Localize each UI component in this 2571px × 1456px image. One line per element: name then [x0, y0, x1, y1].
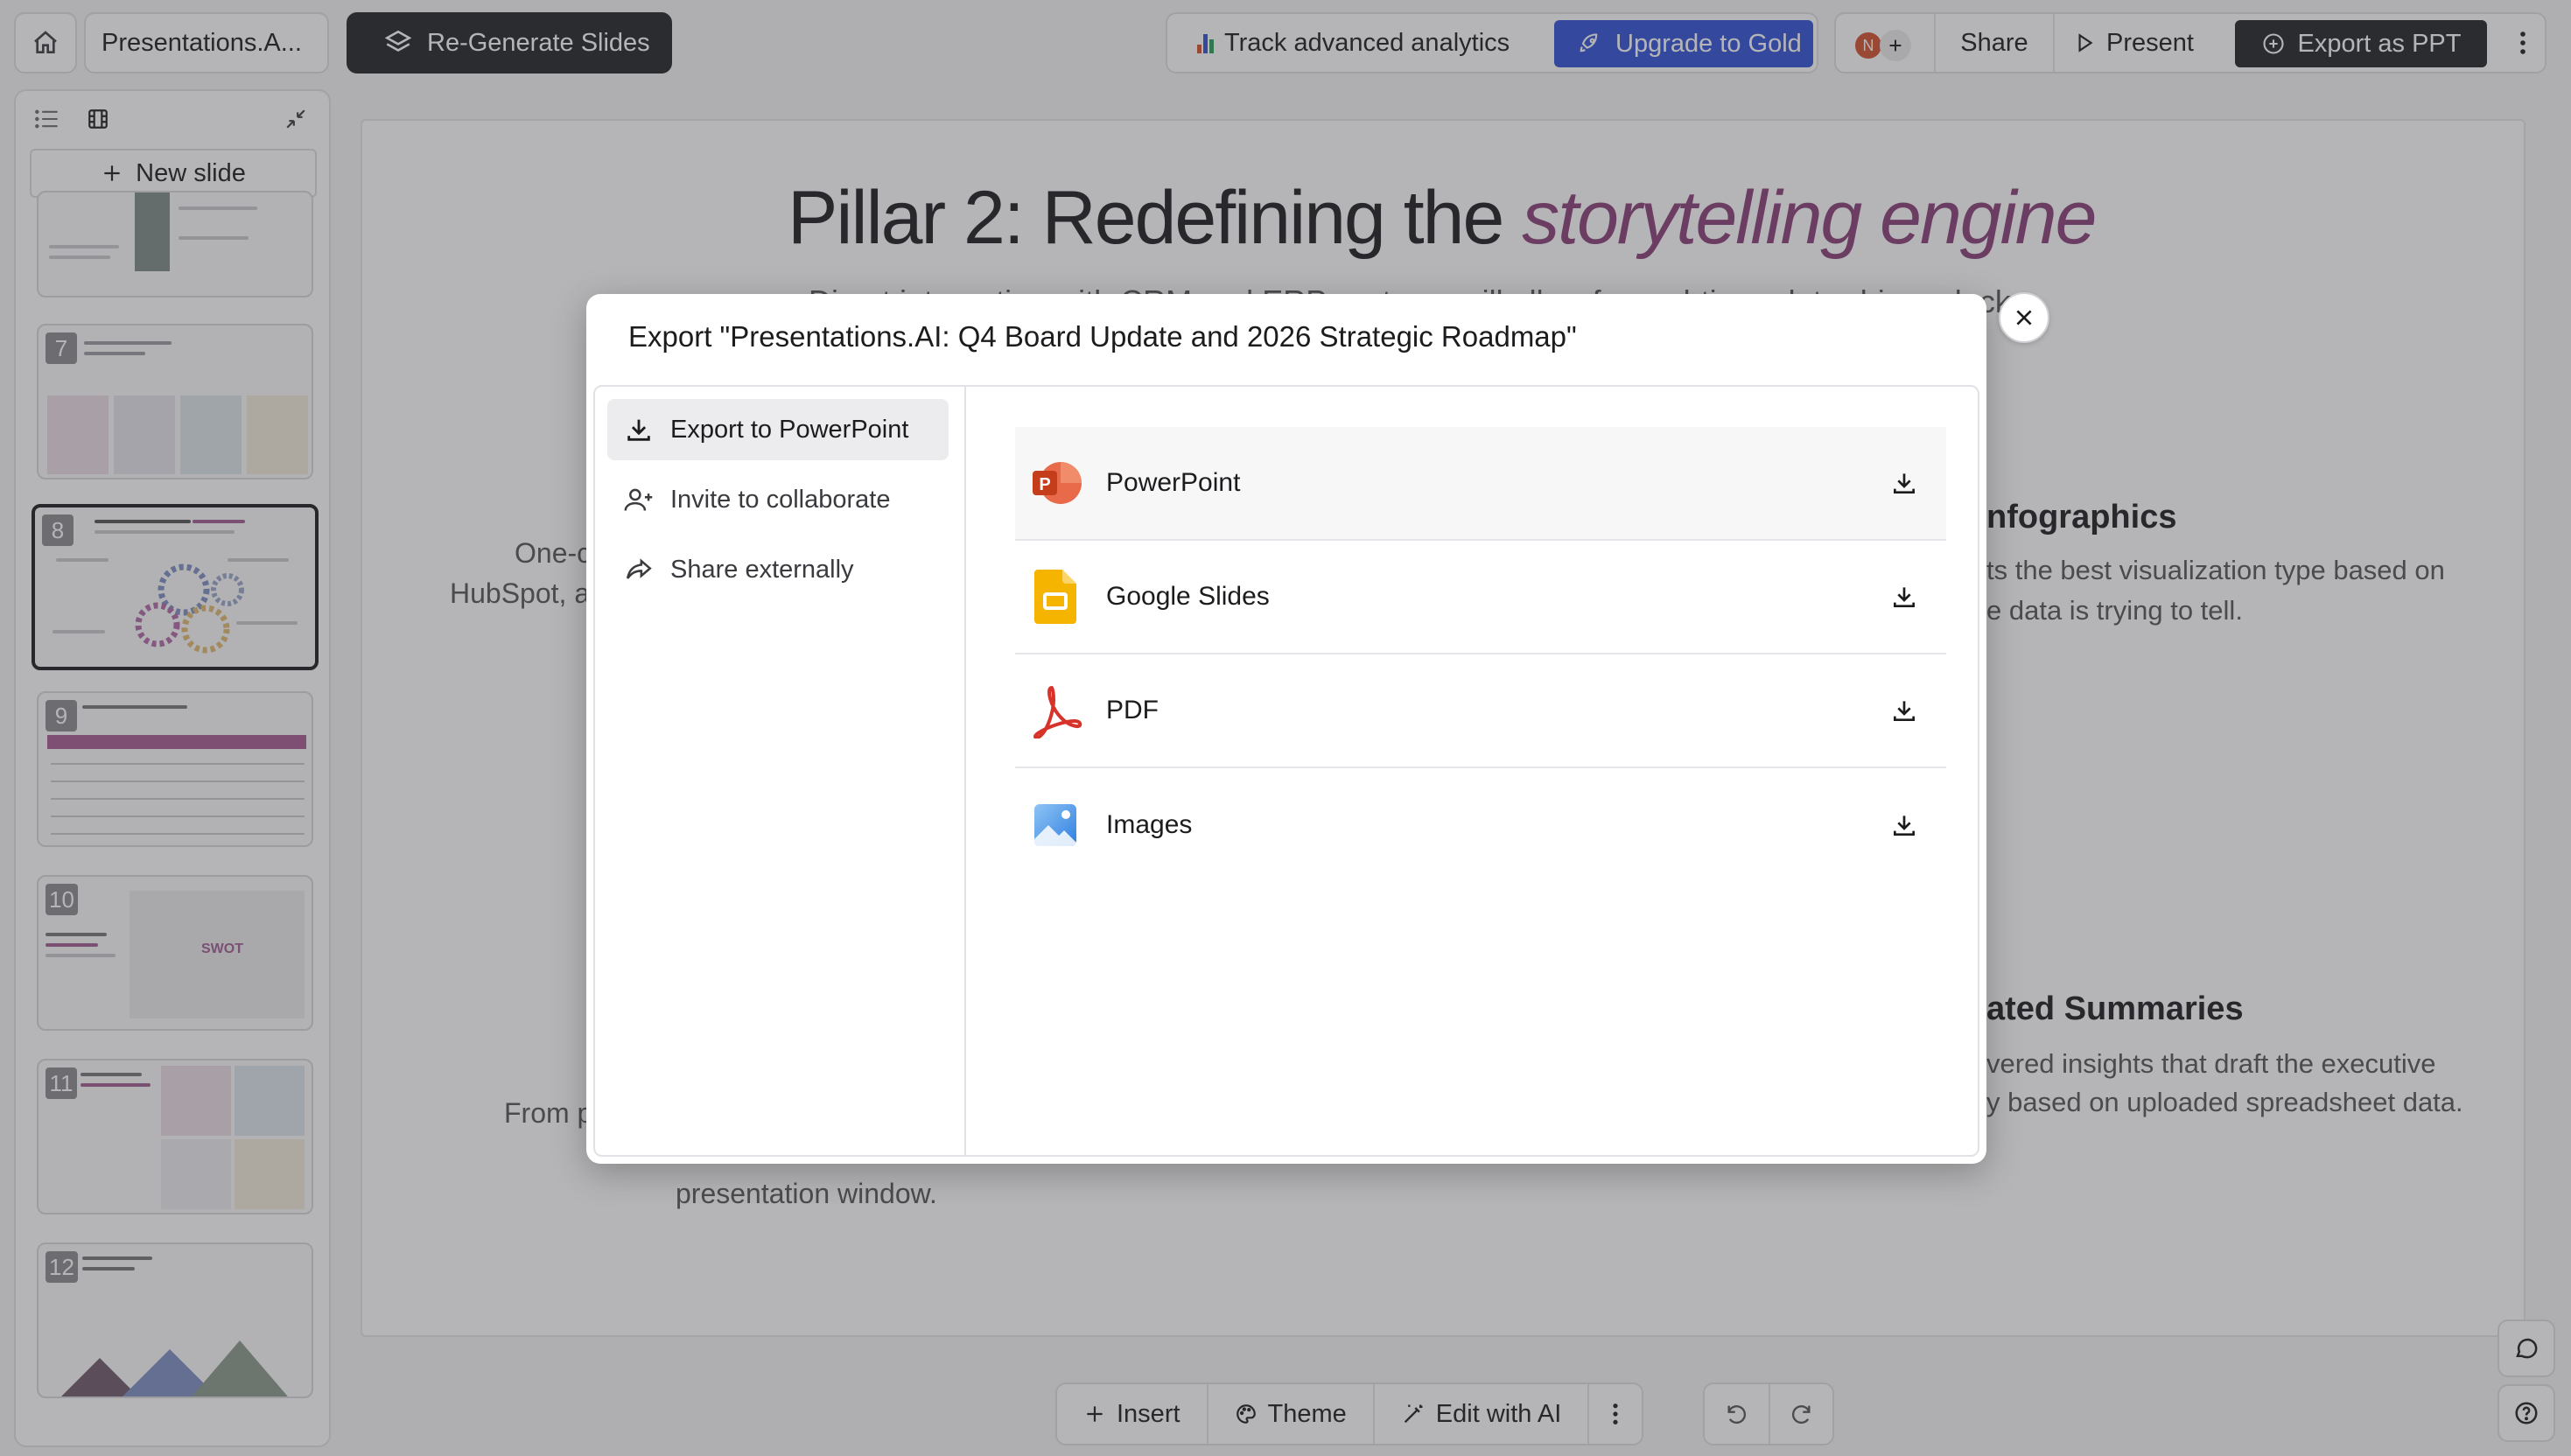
powerpoint-icon: P [1027, 455, 1083, 511]
nav-export-powerpoint[interactable]: Export to PowerPoint [607, 399, 949, 460]
google-slides-icon [1027, 569, 1083, 625]
option-label: PDF [1106, 696, 1159, 724]
nav-share-externally[interactable]: Share externally [607, 539, 949, 600]
dialog-body: Export to PowerPoint Invite to collabora… [593, 385, 1979, 1157]
nav-label: Export to PowerPoint [670, 415, 909, 444]
share-arrow-icon [623, 554, 655, 585]
download-icon[interactable] [1887, 466, 1922, 500]
nav-invite-collaborate[interactable]: Invite to collaborate [607, 469, 949, 530]
svg-text:P: P [1039, 475, 1050, 494]
download-icon[interactable] [1887, 693, 1922, 728]
dialog-title: Export "Presentations.AI: Q4 Board Updat… [628, 320, 1577, 353]
dialog-nav: Export to PowerPoint Invite to collabora… [595, 387, 966, 1155]
export-option-pdf[interactable]: PDF [1015, 654, 1946, 768]
close-icon [2016, 310, 2032, 326]
export-dialog: Export "Presentations.AI: Q4 Board Updat… [586, 294, 1986, 1164]
export-option-google-slides[interactable]: Google Slides [1015, 541, 1946, 654]
download-icon[interactable] [1887, 808, 1922, 843]
option-label: Google Slides [1106, 582, 1270, 611]
download-icon [623, 414, 655, 445]
nav-label: Invite to collaborate [670, 485, 891, 514]
export-option-images[interactable]: Images [1015, 768, 1946, 882]
pdf-icon [1027, 682, 1083, 738]
option-label: Images [1106, 810, 1193, 839]
download-icon[interactable] [1887, 579, 1922, 614]
images-icon [1027, 797, 1083, 853]
close-dialog-button[interactable] [1999, 292, 2049, 343]
user-plus-icon [623, 484, 655, 515]
nav-label: Share externally [670, 555, 854, 584]
export-option-powerpoint[interactable]: P PowerPoint [1015, 427, 1946, 541]
option-label: PowerPoint [1106, 468, 1241, 497]
